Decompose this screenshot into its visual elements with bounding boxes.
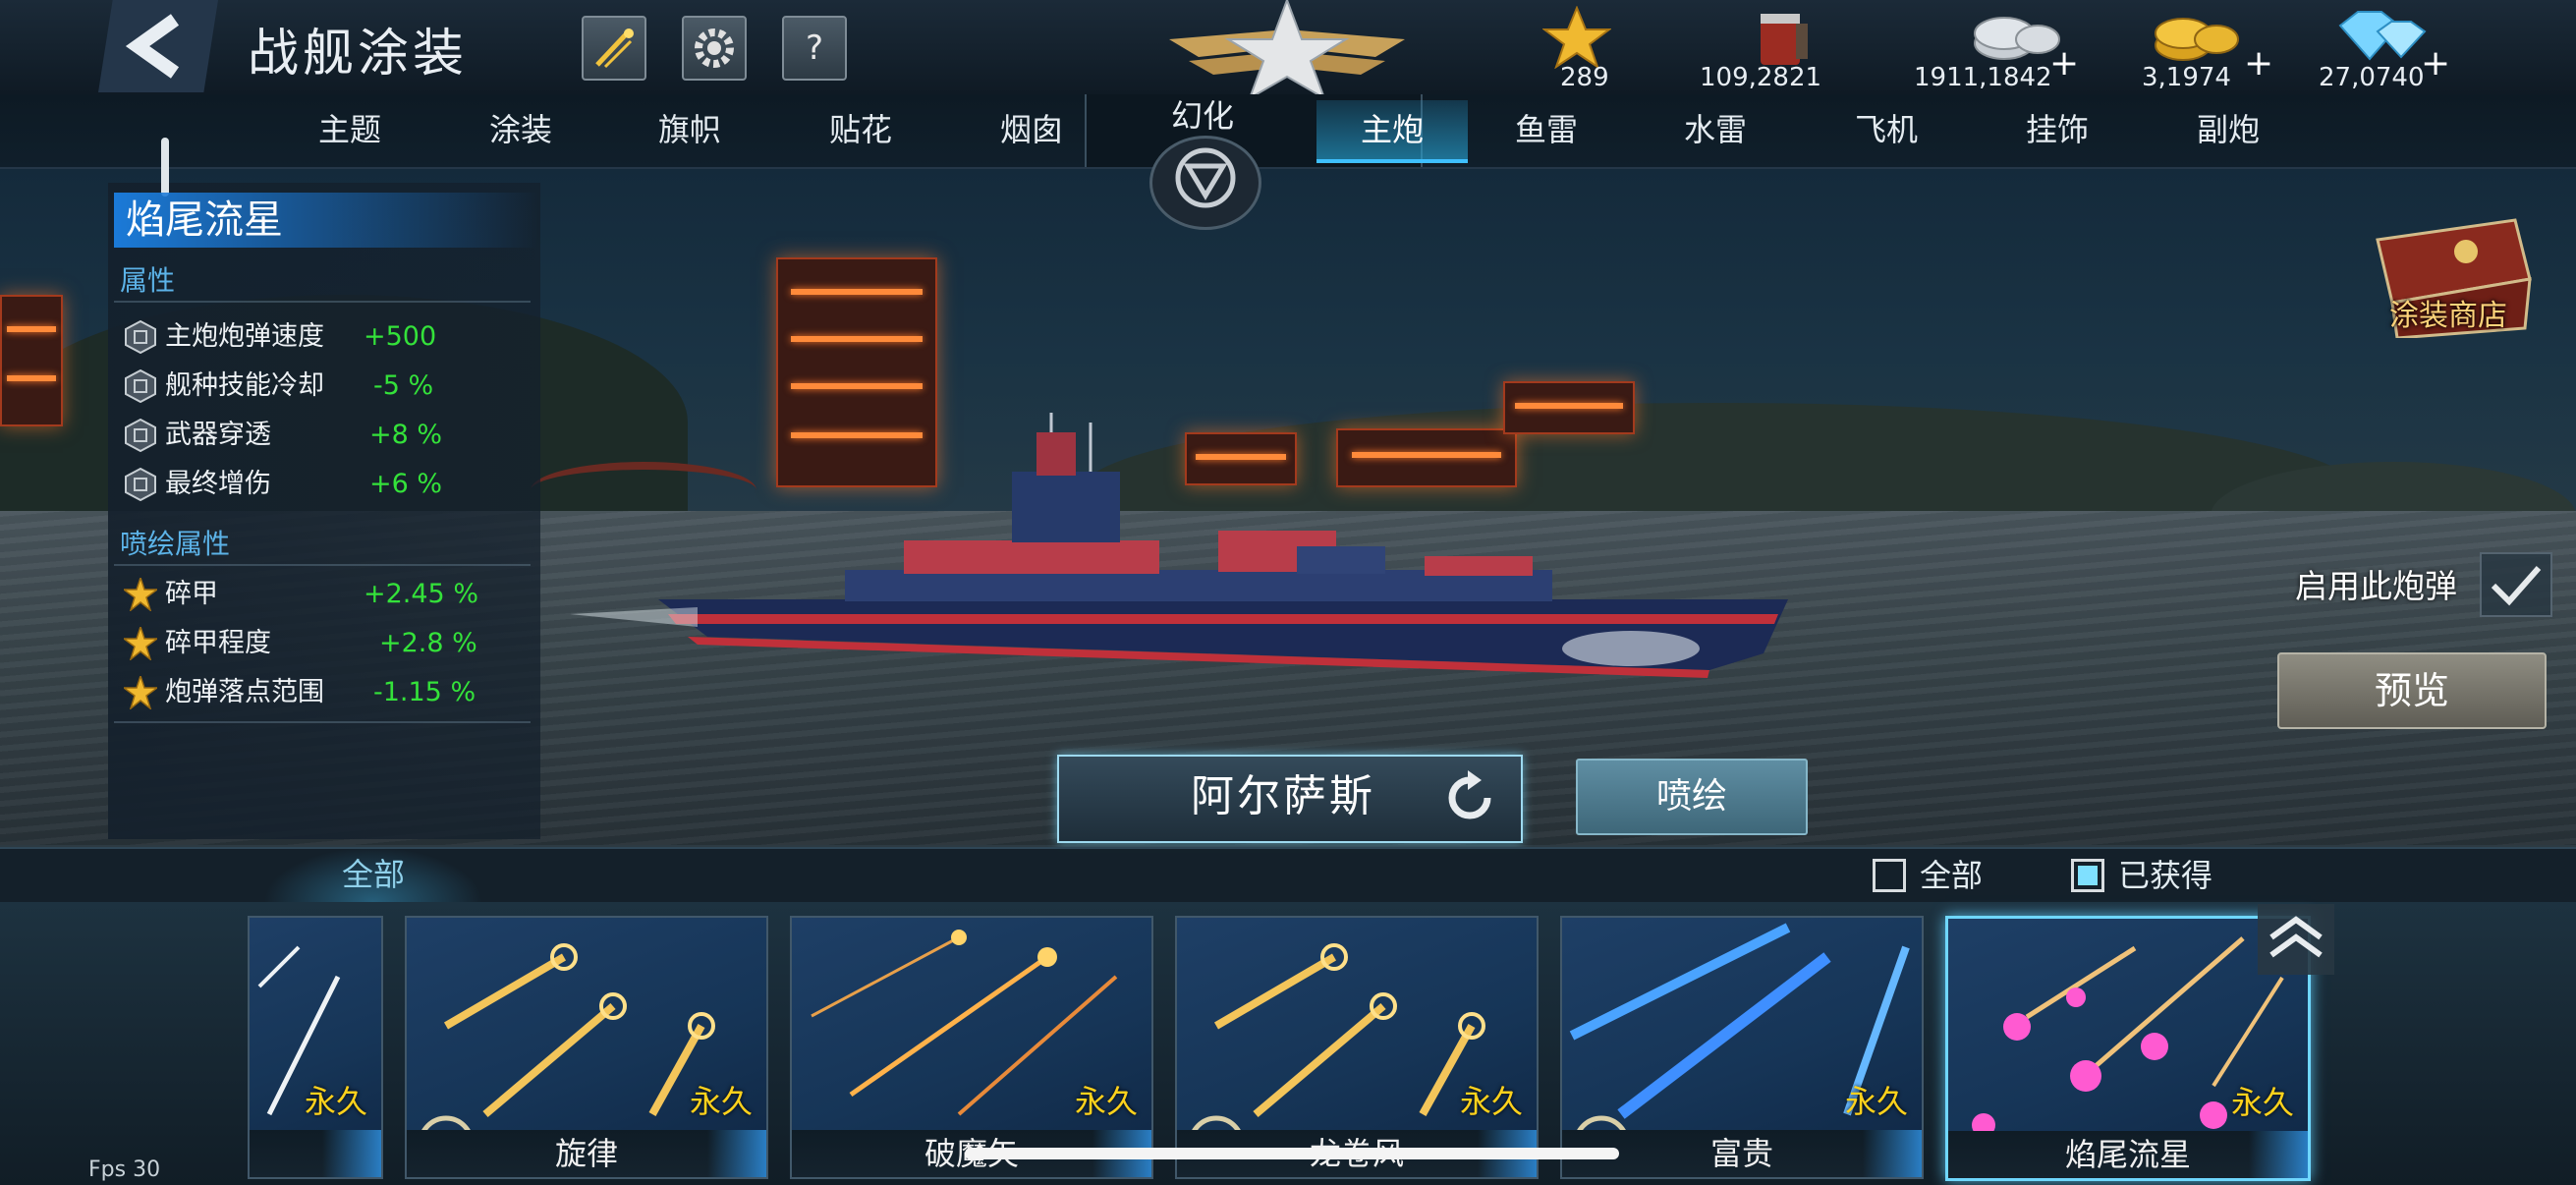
skin-card-name: 焰尾流星 bbox=[1948, 1131, 2308, 1178]
currency-gold[interactable]: 3,1974 + bbox=[2142, 6, 2279, 92]
preview-button[interactable]: 预览 bbox=[2277, 652, 2547, 729]
rank-emblem-icon bbox=[1169, 0, 1405, 98]
hexagon-attribute-icon bbox=[125, 419, 156, 452]
help-button[interactable]: ? bbox=[782, 16, 847, 81]
hexagon-attribute-icon bbox=[125, 369, 156, 403]
attribute-row: 武器穿透 +8 % bbox=[114, 411, 531, 460]
paint-attribute-row: 炮弹落点范围 -1.15 % bbox=[114, 668, 531, 717]
back-arrow-icon bbox=[125, 14, 180, 79]
tab-secondary-gun[interactable]: 副炮 bbox=[2159, 100, 2297, 159]
attribute-row: 舰种技能冷却 -5 % bbox=[114, 362, 531, 411]
skin-card[interactable]: 永久 bbox=[248, 916, 383, 1179]
settings-button[interactable] bbox=[682, 16, 747, 81]
all-checkbox-label: 全部 bbox=[1920, 857, 1984, 894]
attribute-row: 最终增伤 +6 % bbox=[114, 460, 531, 509]
tab-transform[interactable]: 幻化 bbox=[1134, 94, 1271, 138]
tab-decal[interactable]: 贴花 bbox=[792, 100, 929, 159]
currency-star: 289 bbox=[1542, 6, 1651, 92]
divider bbox=[114, 564, 531, 566]
skin-card[interactable]: 永久 龙卷风 bbox=[1175, 916, 1539, 1179]
currency-paint: 109,2821 bbox=[1700, 6, 1857, 92]
switch-ship-icon[interactable] bbox=[1438, 766, 1501, 829]
divider bbox=[114, 301, 531, 303]
divider bbox=[114, 721, 531, 723]
gold-coin-icon bbox=[2155, 18, 2239, 61]
owned-checkbox-label: 已获得 bbox=[2118, 857, 2213, 894]
collapse-list-button[interactable] bbox=[2258, 904, 2334, 975]
paint-attributes-header: 喷绘属性 bbox=[120, 528, 231, 560]
fireworks-icon bbox=[595, 28, 634, 69]
skin-card-selected[interactable]: 永久 焰尾流星 bbox=[1945, 916, 2311, 1181]
tab-theme[interactable]: 主题 bbox=[281, 100, 419, 159]
star-attribute-icon bbox=[124, 676, 157, 709]
back-button[interactable] bbox=[98, 0, 218, 92]
building-left bbox=[0, 295, 63, 426]
skin-card[interactable]: 永久 富贵 bbox=[1560, 916, 1924, 1179]
attribute-row: 主炮炮弹速度 +500 bbox=[114, 312, 531, 362]
paint-attribute-row: 碎甲程度 +2.8 % bbox=[114, 619, 531, 668]
hexagon-attribute-icon bbox=[125, 320, 156, 354]
tab-flag[interactable]: 旗帜 bbox=[621, 100, 758, 159]
all-checkbox[interactable] bbox=[1873, 859, 1906, 892]
fps-counter: Fps 30 bbox=[88, 1157, 161, 1182]
star-attribute-icon bbox=[124, 578, 157, 611]
skin-name-title: 焰尾流星 bbox=[114, 193, 538, 248]
paint-bucket-icon bbox=[1761, 14, 1808, 65]
tab-main-gun[interactable]: 主炮 bbox=[1316, 100, 1468, 163]
checkmark-icon bbox=[2491, 566, 2542, 606]
checkbox-fill bbox=[2078, 866, 2098, 885]
transform-emblem-icon bbox=[1175, 147, 1236, 208]
tab-aircraft[interactable]: 飞机 bbox=[1818, 100, 1955, 159]
currency-silver[interactable]: 1911,1842 + bbox=[1910, 6, 2087, 92]
tab-paint[interactable]: 涂装 bbox=[452, 100, 589, 159]
tab-funnel[interactable]: 烟囱 bbox=[963, 100, 1100, 159]
attributes-header: 属性 bbox=[120, 264, 176, 297]
star-attribute-icon bbox=[124, 627, 157, 660]
battleship bbox=[570, 413, 1788, 678]
star-icon bbox=[1542, 6, 1611, 69]
skin-card-name bbox=[250, 1130, 381, 1177]
owned-checkbox[interactable] bbox=[2071, 859, 2104, 892]
paint-button[interactable]: 喷绘 bbox=[1576, 759, 1808, 835]
page-title: 战舰涂装 bbox=[248, 25, 469, 84]
currency-diamond[interactable]: 27,0740 + bbox=[2319, 6, 2456, 92]
enable-shell-checkbox[interactable] bbox=[2480, 552, 2552, 617]
tab-mine[interactable]: 水雷 bbox=[1647, 100, 1784, 159]
gear-icon bbox=[695, 28, 734, 68]
fireworks-button[interactable] bbox=[582, 16, 646, 81]
enable-shell-label: 启用此炮弹 bbox=[2295, 567, 2457, 605]
filter-tab-all[interactable]: 全部 bbox=[263, 847, 483, 902]
panel-scrollbar[interactable] bbox=[161, 138, 169, 197]
skin-card[interactable]: 永久 旋律 bbox=[405, 916, 768, 1179]
skin-card[interactable]: 永久 破魔矢 bbox=[790, 916, 1153, 1179]
paint-attribute-row: 碎甲 +2.45 % bbox=[114, 570, 531, 619]
double-chevron-up-icon bbox=[2269, 916, 2323, 958]
transform-badge[interactable] bbox=[1149, 136, 1261, 230]
home-indicator[interactable] bbox=[965, 1148, 1619, 1159]
hexagon-attribute-icon bbox=[125, 468, 156, 501]
skin-card-name: 旋律 bbox=[407, 1130, 766, 1177]
paint-shop-button[interactable]: 涂装商店 bbox=[2389, 291, 2507, 334]
tab-torpedo[interactable]: 鱼雷 bbox=[1478, 100, 1615, 159]
tab-ornament[interactable]: 挂饰 bbox=[1988, 100, 2126, 159]
